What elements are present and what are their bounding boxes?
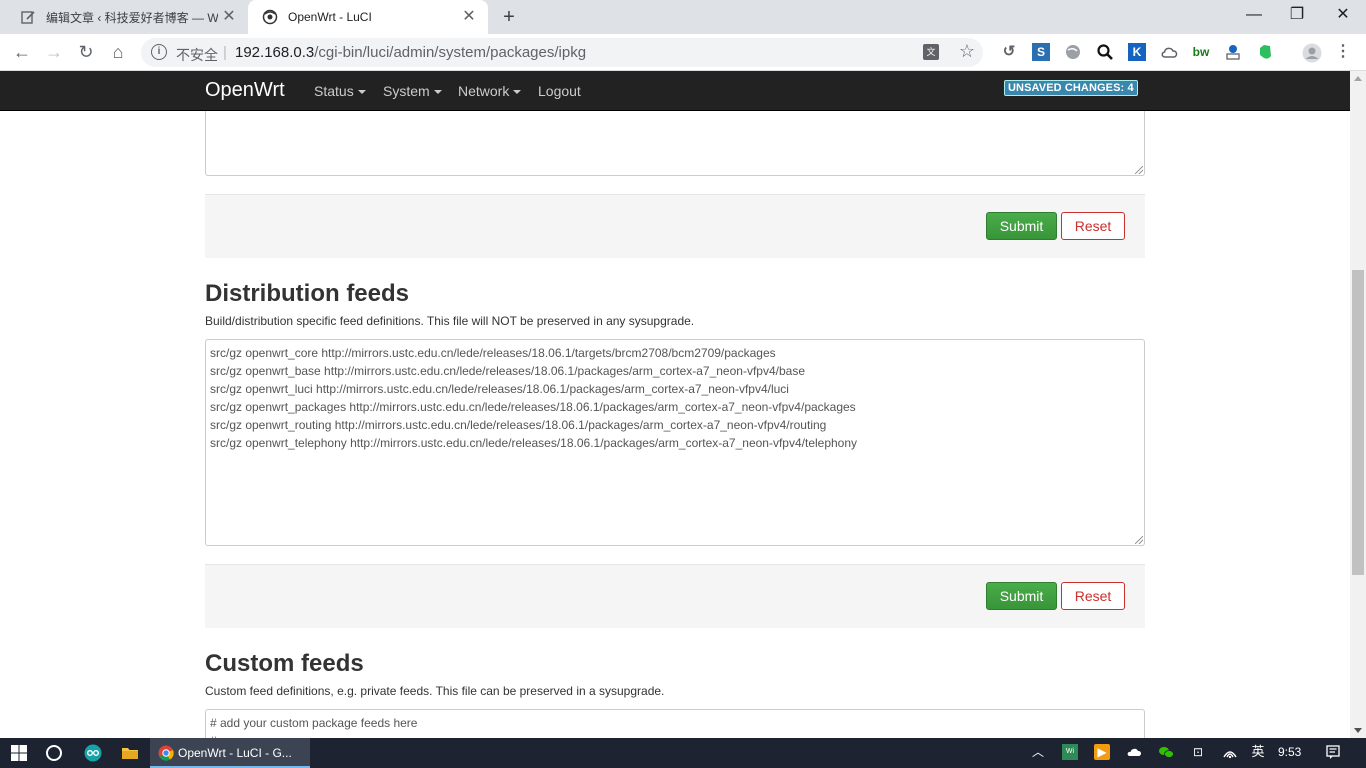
menu-status-label: Status <box>314 83 354 99</box>
edit-page-icon <box>21 11 35 24</box>
browser-toolbar: ← → ↻ ⌂ i 不安全 | 192.168.0.3/cgi-bin/luci… <box>0 34 1366 71</box>
globe-extension-icon[interactable] <box>1064 43 1082 61</box>
feed-line: src/gz openwrt_routing http://mirrors.us… <box>210 418 827 432</box>
history-extension-icon[interactable]: ↺ <box>1000 43 1018 61</box>
scrollbar-thumb[interactable] <box>1352 270 1364 575</box>
forward-icon[interactable]: → <box>42 40 66 64</box>
home-icon[interactable]: ⌂ <box>106 40 130 64</box>
url-path: /cgi-bin/luci/admin/system/packages/ipkg <box>314 44 587 61</box>
caret-down-icon <box>513 90 522 95</box>
reload-icon[interactable]: ↻ <box>74 40 98 64</box>
tray-onedrive-icon[interactable] <box>1126 744 1142 760</box>
custom-feeds-line: # add your custom package feeds here <box>210 716 418 730</box>
profile-avatar-icon[interactable] <box>1302 43 1322 63</box>
feed-line: src/gz openwrt_luci http://mirrors.ustc.… <box>210 382 789 396</box>
feed-line: src/gz openwrt_packages http://mirrors.u… <box>210 400 856 414</box>
distribution-feeds-title: Distribution feeds <box>205 280 410 307</box>
back-icon[interactable]: ← <box>10 40 34 64</box>
tab-edit-article[interactable]: 编辑文章 ‹ 科技爱好者博客 — W ✕ <box>6 0 250 34</box>
menu-system-label: System <box>383 83 430 99</box>
address-bar[interactable]: i 不安全 | 192.168.0.3/cgi-bin/luci/admin/s… <box>141 38 983 67</box>
menu-kebab-icon[interactable]: ⋮ <box>1334 43 1352 61</box>
scroll-down-icon[interactable] <box>1354 728 1362 733</box>
openwrt-favicon-icon <box>262 9 278 25</box>
close-window-button[interactable]: ✕ <box>1320 0 1366 30</box>
menu-network[interactable]: Network <box>458 83 522 99</box>
tray-chevron-up-icon[interactable]: ︿ <box>1030 744 1046 760</box>
k-extension-icon[interactable]: K <box>1128 43 1146 61</box>
scroll-up-icon[interactable] <box>1354 76 1362 81</box>
cortana-icon[interactable] <box>45 744 63 762</box>
menu-system[interactable]: System <box>383 83 442 99</box>
distribution-form-actions: Submit Reset <box>205 564 1145 628</box>
top-form-actions: Submit Reset <box>205 194 1145 258</box>
caret-down-icon <box>357 90 366 95</box>
close-tab-icon[interactable]: ✕ <box>458 9 480 25</box>
menu-logout[interactable]: Logout <box>538 83 581 99</box>
page-scrollbar[interactable] <box>1350 71 1366 738</box>
maximize-button[interactable]: ❐ <box>1274 0 1320 30</box>
url-host: 192.168.0.3 <box>235 44 315 61</box>
chrome-icon <box>158 745 174 761</box>
distribution-feeds-textarea[interactable]: src/gz openwrt_core http://mirrors.ustc.… <box>205 339 1145 546</box>
windows-taskbar: OpenWrt - LuCI - G... ︿ Wi ▶ ⊡ 英 9:53 <box>0 738 1366 768</box>
resize-grip-icon[interactable] <box>1135 166 1143 174</box>
tray-app-icon[interactable]: Wi <box>1062 744 1078 760</box>
windows-start-icon[interactable] <box>10 744 28 762</box>
brand-logo[interactable]: OpenWrt <box>205 79 285 102</box>
distribution-feeds-description: Build/distribution specific feed definit… <box>205 314 695 328</box>
arduino-icon[interactable] <box>84 744 102 762</box>
action-center-icon[interactable] <box>1325 744 1341 760</box>
browser-tab-strip: 编辑文章 ‹ 科技爱好者博客 — W ✕ OpenWrt - LuCI ✕ + … <box>0 0 1366 34</box>
custom-feeds-title: Custom feeds <box>205 650 364 677</box>
custom-feeds-description: Custom feed definitions, e.g. private fe… <box>205 684 665 698</box>
tray-network-icon[interactable]: ⊡ <box>1190 744 1206 760</box>
file-explorer-icon[interactable] <box>121 744 139 762</box>
taskbar-clock[interactable]: 9:53 <box>1278 745 1301 759</box>
tab-openwrt-luci[interactable]: OpenWrt - LuCI ✕ <box>248 0 488 34</box>
tray-ime-indicator[interactable]: 英 <box>1250 744 1266 760</box>
tab-title: OpenWrt - LuCI <box>288 10 372 24</box>
taskbar-app-title: OpenWrt - LuCI - G... <box>178 746 292 760</box>
submit-button[interactable]: Submit <box>986 582 1057 610</box>
feed-line: src/gz openwrt_base http://mirrors.ustc.… <box>210 364 805 378</box>
bookmark-star-icon[interactable]: ☆ <box>959 41 975 62</box>
minimize-button[interactable]: — <box>1231 0 1277 30</box>
reset-button[interactable]: Reset <box>1061 582 1125 610</box>
reset-button[interactable]: Reset <box>1061 212 1125 240</box>
evernote-extension-icon[interactable] <box>1256 43 1274 61</box>
info-icon[interactable]: i <box>151 44 167 60</box>
url-separator: | <box>223 44 227 61</box>
close-tab-icon[interactable]: ✕ <box>218 9 240 25</box>
cloud-extension-icon[interactable] <box>1160 43 1178 61</box>
url-text[interactable]: 192.168.0.3/cgi-bin/luci/admin/system/pa… <box>235 44 586 61</box>
submit-button[interactable]: Submit <box>986 212 1057 240</box>
tray-wifi-icon[interactable] <box>1222 744 1238 760</box>
menu-status[interactable]: Status <box>314 83 366 99</box>
feed-line: src/gz openwrt_telephony http://mirrors.… <box>210 436 858 450</box>
tray-wechat-icon[interactable] <box>1158 744 1174 760</box>
tray-orange-icon[interactable]: ▶ <box>1094 744 1110 760</box>
tab-title: 编辑文章 ‹ 科技爱好者博客 — W <box>46 10 218 25</box>
new-tab-button[interactable]: + <box>498 6 520 28</box>
taskbar-chrome-openwrt[interactable]: OpenWrt - LuCI - G... <box>150 738 310 768</box>
menu-network-label: Network <box>458 83 510 99</box>
feed-line: src/gz openwrt_core http://mirrors.ustc.… <box>210 346 776 360</box>
previous-textarea[interactable] <box>205 111 1145 176</box>
translate-icon[interactable]: 文 <box>923 44 939 60</box>
unsaved-changes-badge[interactable]: UNSAVED CHANGES: 4 <box>1004 80 1138 96</box>
s-extension-icon[interactable]: S <box>1032 43 1050 61</box>
insecure-label[interactable]: 不安全 <box>176 45 218 65</box>
luci-navbar: OpenWrt Status System Network Logout UNS… <box>0 71 1350 111</box>
badge-extension-icon[interactable] <box>1224 43 1242 61</box>
search-extension-icon[interactable] <box>1096 43 1114 61</box>
caret-down-icon <box>433 90 442 95</box>
bw-extension-icon[interactable]: bw <box>1192 43 1210 61</box>
resize-grip-icon[interactable] <box>1135 536 1143 544</box>
